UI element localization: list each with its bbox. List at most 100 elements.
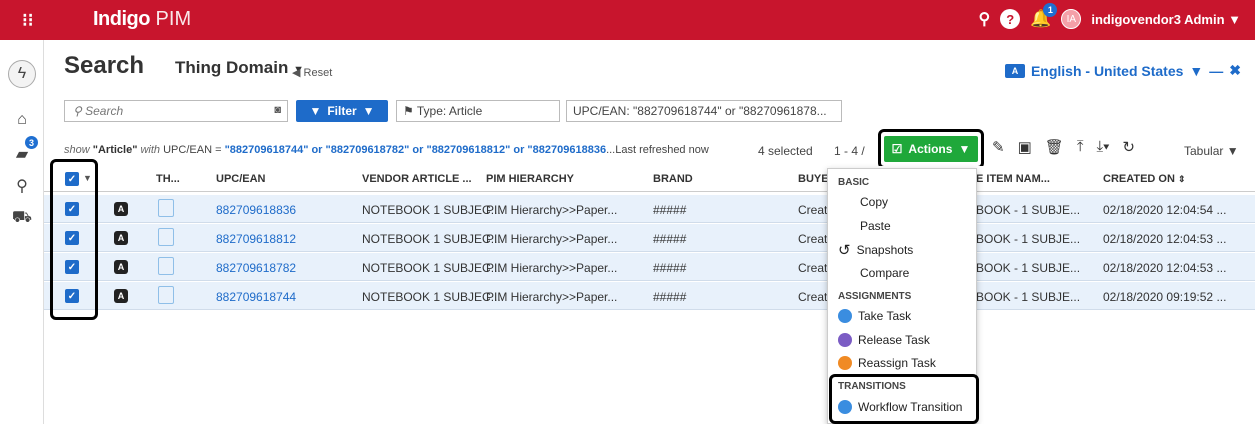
messages-badge: 3	[25, 136, 38, 149]
hierarchy-cell: PIM Hierarchy>>Paper...	[486, 290, 618, 304]
history-icon: ↺	[838, 242, 851, 259]
menu-item-compare[interactable]: Compare	[860, 266, 909, 280]
actions-button[interactable]: ☑ Actions ▼	[884, 136, 978, 162]
item-name-cell: BOOK - 1 SUBJE...	[976, 261, 1081, 275]
vendor-article-cell: NOTEBOOK 1 SUBJEC...	[362, 261, 501, 275]
menu-item-reassign-task[interactable]: Reassign Task	[838, 356, 936, 370]
paging-info: 1 - 4 /	[834, 144, 865, 158]
chevron-down-icon: ▼	[958, 142, 971, 156]
transitions-highlight	[829, 374, 979, 424]
upc-link[interactable]: 882709618782	[216, 261, 296, 275]
query-field: UPC/EAN =	[163, 144, 222, 156]
article-badge: A	[114, 289, 128, 303]
notifications-bell-icon[interactable]: 🔔 1	[1030, 3, 1058, 29]
query-values: "882709618744" or "882709618782" or "882…	[224, 144, 607, 156]
brand-cell: #####	[653, 232, 687, 246]
menu-item-copy[interactable]: Copy	[860, 195, 888, 209]
header-pim-hierarchy[interactable]: PIM HIERARCHY	[486, 173, 574, 185]
table-header: ✓ ▼ TH... UPC/EAN VENDOR ARTICLE ... PIM…	[44, 166, 1255, 192]
search-icon[interactable]: ⚲	[978, 9, 990, 29]
brand-cell: #####	[653, 290, 687, 304]
buyer-cell: Creat	[798, 261, 828, 275]
brand-cell: #####	[653, 203, 687, 217]
table-row[interactable]: ✓ A 882709618782 NOTEBOOK 1 SUBJEC... PI…	[44, 253, 1255, 281]
collapse-icon[interactable]: —	[1209, 63, 1223, 79]
toolbar-icons: ✎ ▣ 🗑 ⤒ ⤓▾ ↻	[992, 138, 1135, 156]
menu-item-snapshots[interactable]: ↺ Snapshots	[838, 241, 913, 259]
vendor-article-cell: NOTEBOOK 1 SUBJEC...	[362, 290, 501, 304]
logo-bold: Indigo	[93, 8, 150, 30]
search-rail-icon[interactable]: ⚲	[8, 172, 36, 200]
app-grid-icon[interactable]: ⁝⁝	[22, 10, 33, 31]
menu-item-release-task[interactable]: Release Task	[838, 333, 930, 347]
created-cell: 02/18/2020 12:04:54 ...	[1103, 203, 1227, 217]
header-item-name[interactable]: E ITEM NAM...	[976, 173, 1050, 185]
upc-filter-chip[interactable]: UPC/EAN: "882709618744" or "88270961878.…	[566, 100, 842, 122]
home-icon[interactable]: ⌂	[8, 106, 36, 134]
download-icon[interactable]: ⤓▾	[1096, 138, 1109, 156]
upc-link[interactable]: 882709618836	[216, 203, 296, 217]
page-title: Search	[64, 52, 145, 79]
tools-icon[interactable]: ⛟	[8, 204, 36, 232]
image-placeholder-icon	[158, 257, 174, 275]
domain-selector[interactable]: Thing Domain ▼	[175, 58, 304, 78]
table-row[interactable]: ✓ A 882709618744 NOTEBOOK 1 SUBJEC... PI…	[44, 282, 1255, 310]
chevron-down-icon: ▼	[1189, 62, 1204, 79]
checkbox-icon: ☑	[891, 142, 903, 156]
left-rail: ϟ ⌂ ▰ 3 ⚲ ⛟	[0, 40, 44, 424]
clipboard-icon[interactable]: ▣	[1018, 138, 1032, 156]
filter-icon: ▼	[309, 104, 322, 118]
user-name: indigovendor3 Admin	[1091, 11, 1225, 27]
image-placeholder-icon	[158, 228, 174, 246]
language-label: English - United States	[1030, 62, 1184, 79]
query-type: "Article"	[92, 144, 138, 156]
upc-link[interactable]: 882709618812	[216, 232, 296, 246]
header-thumbnail[interactable]: TH...	[156, 173, 180, 185]
take-task-icon	[838, 309, 852, 323]
camera-icon[interactable]: ◙	[274, 104, 281, 116]
header-brand[interactable]: BRAND	[653, 173, 693, 185]
delete-icon[interactable]: 🗑	[1045, 138, 1064, 156]
header-created-on[interactable]: CREATED ON ⇕	[1103, 173, 1186, 185]
item-name-cell: BOOK - 1 SUBJE...	[976, 290, 1081, 304]
brand-cell: #####	[653, 261, 687, 275]
article-badge: A	[114, 202, 128, 216]
avatar[interactable]: IA	[1061, 9, 1082, 29]
created-cell: 02/18/2020 12:04:53 ...	[1103, 232, 1227, 246]
top-bar: ⁝⁝ Indigo PIM ⚲ ? 🔔 1 IA indigovendor3 Ad…	[0, 0, 1255, 40]
close-icon[interactable]: ✖	[1229, 62, 1241, 79]
filter-button[interactable]: ▼ Filter ▼	[296, 100, 388, 122]
flash-icon[interactable]: ϟ	[8, 60, 36, 88]
buyer-cell: Creat	[798, 203, 828, 217]
view-selector[interactable]: Tabular ▼	[1184, 144, 1239, 158]
menu-item-paste[interactable]: Paste	[860, 219, 891, 233]
app-logo[interactable]: Indigo PIM	[93, 8, 191, 31]
refresh-icon[interactable]: ↻	[1122, 138, 1135, 156]
buyer-cell: Creat	[798, 290, 828, 304]
messages-icon[interactable]: ▰ 3	[8, 136, 38, 168]
header-upc[interactable]: UPC/EAN	[216, 173, 266, 185]
search-input[interactable]: ⚲ Search ◙	[64, 100, 288, 122]
upload-icon[interactable]: ⤒	[1077, 138, 1084, 156]
type-filter-chip[interactable]: ⚑ Type: Article	[396, 100, 560, 122]
table-row[interactable]: ✓ A 882709618836 NOTEBOOK 1 SUBJEC... PI…	[44, 195, 1255, 223]
vendor-article-cell: NOTEBOOK 1 SUBJEC...	[362, 232, 501, 246]
header-vendor-article[interactable]: VENDOR ARTICLE ...	[362, 173, 472, 185]
created-cell: 02/18/2020 12:04:53 ...	[1103, 261, 1227, 275]
image-placeholder-icon	[158, 286, 174, 304]
user-menu[interactable]: indigovendor3 Admin ▼	[1091, 12, 1241, 27]
help-icon[interactable]: ?	[1000, 9, 1021, 29]
reassign-task-label: Reassign Task	[858, 356, 936, 370]
reset-label: Reset	[303, 67, 333, 79]
header-buyer[interactable]: BUYE	[798, 173, 829, 185]
table-row[interactable]: ✓ A 882709618812 NOTEBOOK 1 SUBJEC... PI…	[44, 224, 1255, 252]
header-created-label: CREATED ON	[1103, 173, 1175, 185]
filter-label: Filter	[327, 104, 357, 118]
language-selector[interactable]: A English - United States ▼ — ✖	[1004, 62, 1241, 79]
search-placeholder: ⚲ Search	[73, 104, 124, 118]
sort-icon: ⇕	[1177, 174, 1186, 184]
menu-item-take-task[interactable]: Take Task	[838, 309, 911, 323]
upc-link[interactable]: 882709618744	[216, 290, 296, 304]
edit-icon[interactable]: ✎	[992, 138, 1005, 156]
reset-link[interactable]: ◀ Reset	[292, 66, 332, 79]
